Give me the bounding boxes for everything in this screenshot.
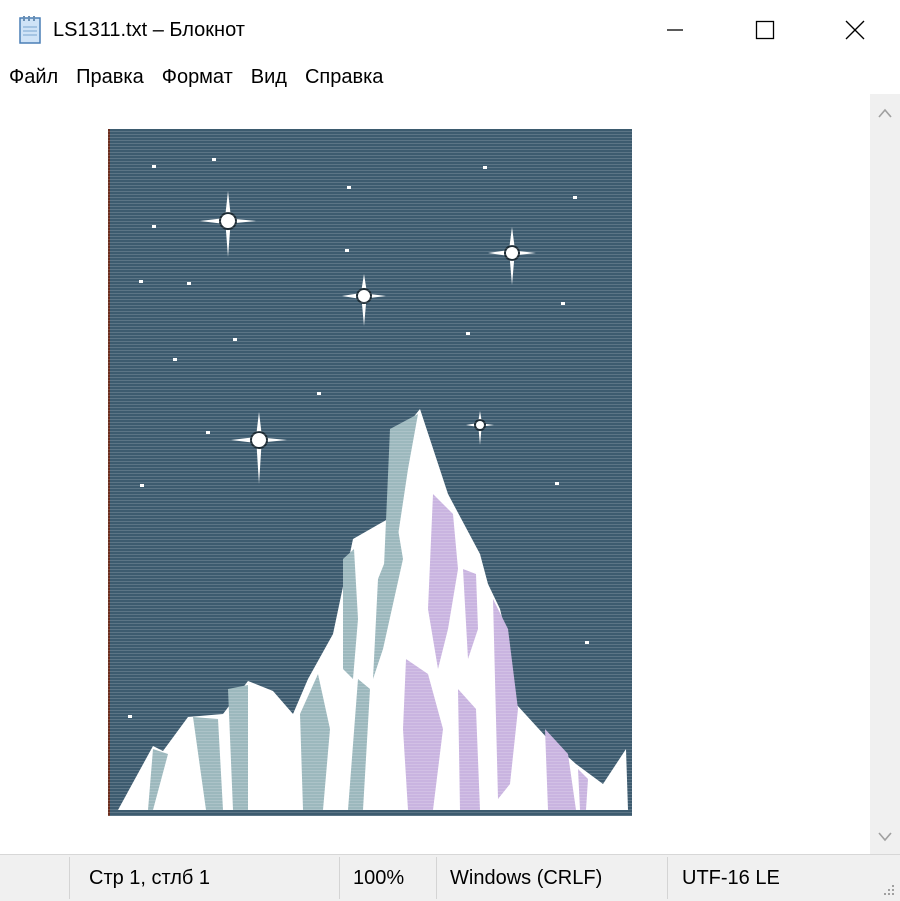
close-icon bbox=[845, 20, 865, 40]
status-divider bbox=[69, 857, 70, 899]
notepad-icon bbox=[19, 16, 41, 44]
menu-view[interactable]: Вид bbox=[242, 60, 296, 94]
chevron-up-icon bbox=[878, 108, 892, 118]
title-bar[interactable]: LS1311.txt – Блокнот bbox=[0, 0, 900, 60]
ascii-art-picture bbox=[108, 129, 632, 816]
menu-edit[interactable]: Правка bbox=[67, 60, 153, 94]
encoding: UTF-16 LE bbox=[682, 867, 780, 889]
resize-grip-icon[interactable] bbox=[882, 883, 896, 897]
maximize-button[interactable] bbox=[720, 0, 810, 60]
status-divider bbox=[436, 857, 437, 899]
status-bar: Стр 1, стлб 1 100% Windows (CRLF) UTF-16… bbox=[0, 854, 900, 901]
zoom-level: 100% bbox=[353, 867, 405, 889]
maximize-icon bbox=[755, 20, 775, 40]
vertical-scrollbar[interactable] bbox=[870, 94, 900, 854]
menu-help[interactable]: Справка bbox=[296, 60, 392, 94]
menu-file[interactable]: Файл bbox=[0, 60, 67, 94]
scroll-up-button[interactable] bbox=[870, 98, 900, 128]
minimize-icon bbox=[667, 29, 683, 31]
status-divider bbox=[667, 857, 668, 899]
window-title: LS1311.txt – Блокнот bbox=[53, 19, 245, 41]
minimize-button[interactable] bbox=[630, 0, 720, 60]
menu-format[interactable]: Формат bbox=[153, 60, 242, 94]
close-button[interactable] bbox=[810, 0, 900, 60]
cursor-position: Стр 1, стлб 1 bbox=[89, 867, 211, 889]
status-divider bbox=[339, 857, 340, 899]
menu-bar: Файл Правка Формат Вид Справка bbox=[0, 60, 900, 94]
line-ending: Windows (CRLF) bbox=[450, 867, 603, 889]
chevron-down-icon bbox=[878, 832, 892, 842]
scroll-down-button[interactable] bbox=[870, 822, 900, 852]
